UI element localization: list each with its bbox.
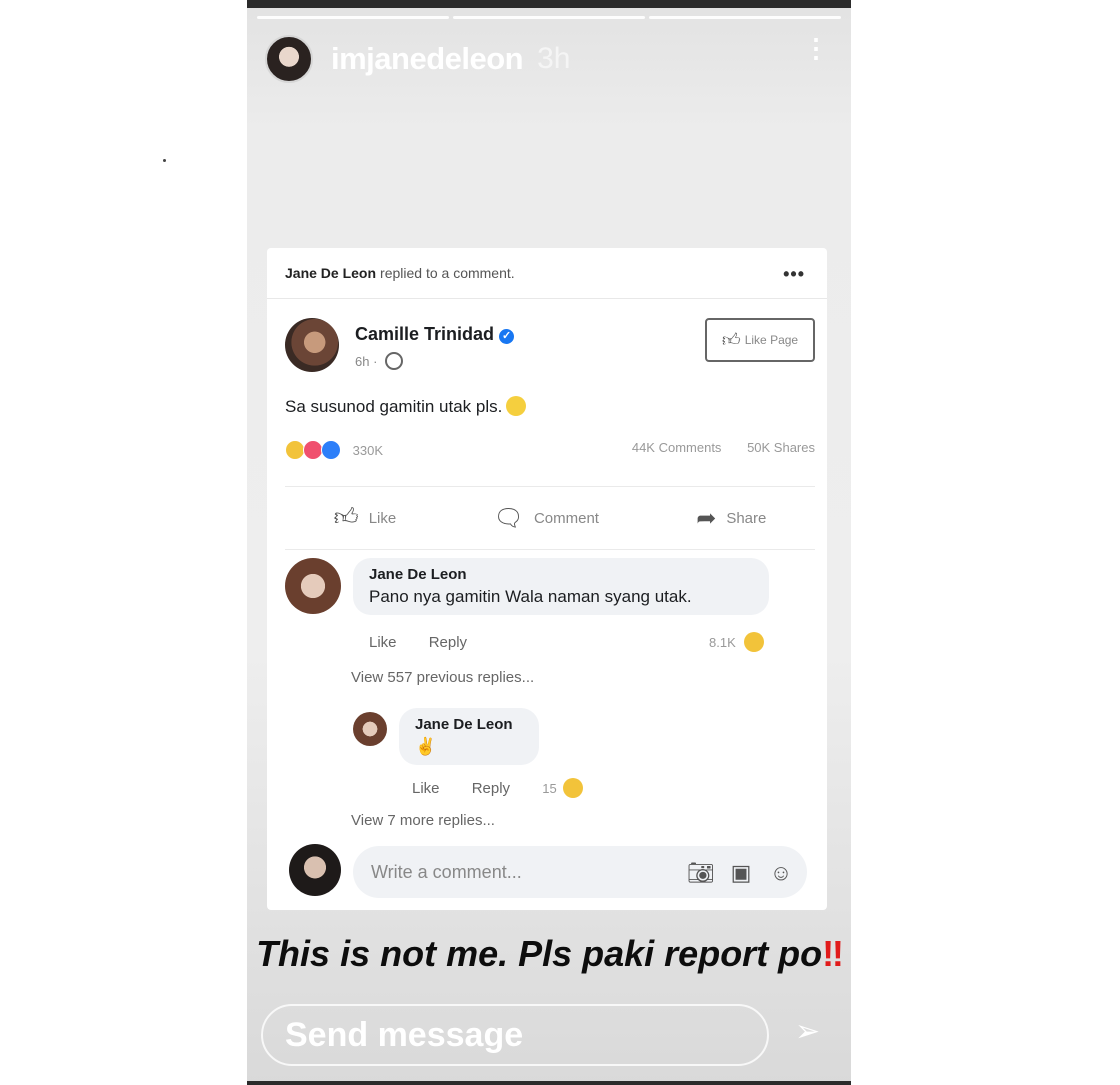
thumbs-up-icon: 👍︎ (721, 330, 741, 350)
reply-bubble: Jane De Leon ✌ (399, 708, 539, 765)
post-author-avatar[interactable] (285, 318, 339, 372)
post-time: 6h · (355, 354, 378, 369)
reply-reply-link[interactable]: Reply (472, 780, 510, 797)
current-user-avatar (289, 844, 341, 896)
story-progress-bar (257, 16, 841, 19)
comment-like-link[interactable]: Like (369, 634, 397, 651)
like-page-label: Like Page (744, 333, 799, 347)
instagram-story: imjanedeleon 3h ⋮ Jane De Leon replied t… (247, 0, 851, 1085)
like-button[interactable]: 👍︎ Like (334, 504, 397, 532)
double-exclamation-icon: ‼ (822, 933, 844, 974)
activity-header: Jane De Leon replied to a comment. (267, 248, 827, 299)
caption-text: This is not me. Pls paki report po (256, 933, 823, 974)
emoji-icon[interactable]: ☺ (767, 860, 795, 886)
comment-reactions[interactable]: 8.1K (709, 632, 792, 652)
write-comment-row: Write a comment... 📷︎ ▣ ☺ (285, 842, 815, 904)
commenter-name[interactable]: Jane De Leon (369, 566, 753, 583)
more-options-icon[interactable]: ⋮ (803, 35, 829, 61)
activity-action: replied to a comment. (380, 265, 515, 281)
author-name-text: Camille Trinidad (355, 324, 495, 344)
haha-reaction-icon (285, 440, 305, 460)
view-previous-replies-link[interactable]: View 557 previous replies... (351, 669, 534, 686)
haha-reaction-icon (743, 632, 764, 652)
reply-actions: Like Reply 15 (412, 778, 611, 798)
post-text: Sa susunod gamitin utak pls. (285, 397, 503, 416)
write-comment-input[interactable]: Write a comment... 📷︎ ▣ ☺ (353, 846, 807, 898)
comment-text: Pano nya gamitin Wala naman syang utak. (369, 587, 692, 606)
smile-emoji-icon (506, 396, 527, 416)
post-author-name[interactable]: Camille Trinidad ✓ (355, 324, 515, 345)
top-bar (247, 0, 851, 8)
reactions-row[interactable]: 330K 44K Comments 50K Shares (285, 440, 815, 464)
post-actions-bar: 👍︎ Like 🗨︎ Comment ➦ Share (285, 486, 815, 550)
like-reaction-icon (321, 440, 341, 460)
globe-icon (385, 352, 404, 370)
comments-count[interactable]: 44K Comments (632, 440, 722, 455)
write-comment-placeholder: Write a comment... (371, 861, 522, 882)
comment-reply-link[interactable]: Reply (429, 634, 467, 651)
comment-label: Comment (533, 509, 599, 527)
commenter-avatar[interactable] (285, 558, 341, 614)
camera-icon[interactable]: 📷︎ (687, 860, 715, 886)
reply-text: ✌ (415, 737, 437, 756)
story-username[interactable]: imjanedeleon (331, 41, 524, 77)
reply-name[interactable]: Jane De Leon (415, 716, 523, 733)
post-body: Sa susunod gamitin utak pls. (285, 396, 527, 417)
haha-reaction-icon (562, 778, 583, 798)
comment-bubble-icon: 🗨︎ (493, 504, 524, 532)
reaction-count: 330K (352, 443, 383, 458)
share-label: Share (726, 509, 767, 527)
post-meta: 6h · (355, 352, 404, 370)
reply-avatar[interactable] (353, 712, 387, 746)
reply-reaction-count[interactable]: 15 (542, 781, 556, 796)
comment-input-icons: 📷︎ ▣ ☺ (687, 860, 795, 886)
love-reaction-icon (303, 440, 323, 460)
post-author-row: Camille Trinidad ✓ 6h · 👍︎ Like Page (285, 318, 815, 378)
share-arrow-icon: ➦ (696, 504, 717, 532)
story-time: 3h (537, 42, 571, 75)
progress-segment (649, 16, 841, 19)
comment-actions: Like Reply (369, 634, 495, 651)
comment-bubble: Jane De Leon Pano nya gamitin Wala naman… (353, 558, 769, 615)
progress-segment (453, 16, 645, 19)
paper-plane-icon[interactable]: ➢ (795, 1014, 820, 1049)
like-page-button[interactable]: 👍︎ Like Page (705, 318, 815, 362)
ellipsis-icon[interactable]: ••• (783, 264, 805, 285)
activity-actor: Jane De Leon (285, 265, 377, 281)
facebook-post-screenshot: Jane De Leon replied to a comment. ••• C… (267, 248, 827, 910)
send-message-field[interactable]: Send message (261, 1004, 769, 1066)
view-more-replies-link[interactable]: View 7 more replies... (351, 812, 495, 829)
send-message-placeholder: Send message (285, 1016, 524, 1054)
stray-dot (163, 159, 166, 162)
comment-button[interactable]: 🗨︎ Comment (493, 504, 599, 533)
thumbs-up-icon: 👍︎ (333, 504, 359, 531)
progress-segment (257, 16, 449, 19)
bottom-bar (247, 1081, 851, 1085)
shares-count[interactable]: 50K Shares (747, 440, 815, 455)
engagement-counts: 44K Comments 50K Shares (610, 440, 815, 455)
comment-reaction-count: 8.1K (709, 635, 736, 650)
share-button[interactable]: ➦ Share (696, 504, 766, 533)
reply-like-link[interactable]: Like (412, 780, 440, 797)
like-label: Like (368, 509, 397, 527)
verified-badge-icon: ✓ (499, 329, 515, 344)
story-avatar[interactable] (265, 35, 313, 83)
story-caption: This is not me. Pls paki report po‼ (247, 928, 851, 980)
story-header: imjanedeleon 3h ⋮ (265, 35, 835, 83)
gif-icon[interactable]: ▣ (727, 860, 755, 886)
